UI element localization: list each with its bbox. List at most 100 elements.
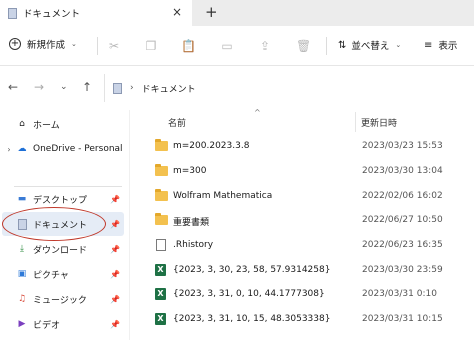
file-row[interactable]: X {2023, 3, 31, 0, 10, 44.1777308} 2023/… [130, 282, 474, 306]
rename-icon[interactable]: ▭ [220, 39, 234, 53]
column-header-date[interactable]: 更新日時 [361, 116, 397, 129]
folder-icon [155, 139, 168, 152]
view-button-label: 表示 [438, 41, 458, 52]
pin-icon: 📌 [110, 269, 120, 279]
file-date: 2023/03/31 10:15 [362, 314, 443, 324]
sort-button-label: 並べ替え [351, 41, 390, 52]
address-field[interactable]: › ドキュメント [104, 74, 474, 102]
folder-icon [155, 189, 168, 202]
file-date: 2022/06/23 16:35 [362, 240, 443, 250]
navigation-pane: ⌂ ホーム › ☁ OneDrive - Personal ▬ デスクトップ 📌… [0, 110, 129, 340]
cloud-icon: ☁ [17, 144, 27, 154]
up-arrow-icon[interactable]: ↑ [82, 80, 92, 94]
address-bar-row: ← → ⌄ ↑ › ドキュメント [0, 66, 474, 110]
sidebar-item-onedrive[interactable]: › ☁ OneDrive - Personal [2, 137, 124, 161]
folder-icon [155, 164, 168, 177]
file-row[interactable]: X {2023, 3, 30, 23, 58, 57.9314258} 2023… [130, 258, 474, 282]
sort-ascending-icon: ^ [254, 108, 261, 117]
file-date: 2023/03/30 13:04 [362, 166, 443, 176]
column-divider[interactable] [355, 112, 356, 132]
file-date: 2023/03/23 15:53 [362, 141, 443, 151]
delete-icon[interactable]: 🗑 [296, 39, 311, 53]
file-name: m=200.2023.3.8 [173, 141, 250, 151]
view-list-icon: ≡ [424, 39, 433, 51]
file-date: 2023/03/30 23:59 [362, 265, 443, 275]
breadcrumb-chevron-icon[interactable]: › [130, 83, 134, 93]
sidebar-item-home[interactable]: ⌂ ホーム [2, 112, 124, 136]
pin-icon: 📌 [110, 194, 120, 204]
toolbar-divider [326, 37, 327, 55]
share-icon[interactable]: ⇪ [258, 39, 272, 53]
back-arrow-icon[interactable]: ← [8, 80, 18, 94]
sidebar-item-label: OneDrive - Personal [33, 144, 123, 154]
file-list: ^ 名前 更新日時 m=200.2023.3.8 2023/03/23 15:5… [129, 108, 474, 340]
home-icon: ⌂ [19, 119, 25, 129]
excel-icon: X [155, 288, 168, 300]
annotation-circle [2, 207, 106, 241]
pin-icon: 📌 [110, 244, 120, 254]
file-name: .Rhistory [173, 240, 214, 250]
sidebar-item-label: ビデオ [33, 320, 61, 331]
file-date: 2023/03/31 0:10 [362, 289, 437, 299]
file-row[interactable]: 重要書類 2022/06/27 10:50 [130, 208, 474, 232]
cut-icon[interactable]: ✂ [107, 39, 121, 53]
sidebar-item-label: デスクトップ [33, 195, 88, 206]
file-name: m=300 [173, 166, 207, 176]
sidebar-item-label: ミュージック [33, 295, 87, 306]
new-button[interactable]: + 新規作成 ⌄ [9, 37, 77, 51]
chevron-down-icon: ⌄ [71, 40, 77, 48]
command-bar: + 新規作成 ⌄ ✂ ❐ 📋 ▭ ⇪ 🗑 ⇅ 並べ替え ⌄ ≡ 表示 [0, 26, 474, 66]
pin-icon: 📌 [110, 294, 120, 304]
breadcrumb-documents[interactable]: ドキュメント [142, 82, 196, 95]
file-name: Wolfram Mathematica [173, 191, 273, 201]
tab-title: ドキュメント [23, 9, 81, 20]
new-button-label: 新規作成 [27, 40, 66, 51]
file-date: 2022/02/06 16:02 [362, 191, 443, 201]
sidebar-item-label: ピクチャ [33, 270, 69, 281]
pin-icon: 📌 [110, 319, 120, 329]
sidebar-item-label: ホーム [33, 120, 60, 131]
recent-chevron-icon[interactable]: ⌄ [60, 82, 68, 92]
tab-bar: ドキュメント × + [0, 0, 474, 26]
file-row[interactable]: Wolfram Mathematica 2022/02/06 16:02 [130, 184, 474, 208]
excel-icon: X [155, 313, 168, 325]
file-name: {2023, 3, 30, 23, 58, 57.9314258} [173, 265, 331, 275]
file-name: {2023, 3, 31, 0, 10, 44.1777308} [173, 289, 325, 299]
file-row[interactable]: m=200.2023.3.8 2023/03/23 15:53 [130, 134, 474, 158]
folder-icon [155, 213, 168, 226]
chevron-down-icon: ⌄ [395, 41, 402, 49]
plus-icon: + [9, 38, 21, 50]
expand-chevron-icon[interactable]: › [2, 145, 16, 154]
documents-icon [113, 82, 122, 94]
forward-arrow-icon[interactable]: → [34, 80, 44, 94]
file-date: 2022/06/27 10:50 [362, 215, 443, 225]
pictures-icon: ▣ [17, 269, 27, 279]
tab-documents[interactable]: ドキュメント × [0, 0, 192, 26]
close-tab-icon[interactable]: × [172, 5, 182, 19]
copy-icon[interactable]: ❐ [144, 39, 158, 53]
documents-icon [8, 7, 17, 19]
video-icon: ▶ [18, 319, 26, 329]
column-header-name[interactable]: 名前 [168, 116, 186, 129]
sort-icon: ⇅ [338, 39, 347, 51]
sidebar-item-music[interactable]: ♫ ミュージック 📌 [2, 287, 124, 311]
file-name: 重要書類 [173, 218, 210, 228]
sort-button[interactable]: ⇅ 並べ替え ⌄ [338, 38, 402, 53]
column-header-row: ^ 名前 更新日時 [130, 108, 474, 132]
file-row[interactable]: m=300 2023/03/30 13:04 [130, 159, 474, 183]
view-button[interactable]: ≡ 表示 [424, 38, 458, 53]
sidebar-item-pictures[interactable]: ▣ ピクチャ 📌 [2, 262, 124, 286]
file-row[interactable]: .Rhistory 2022/06/23 16:35 [130, 233, 474, 257]
toolbar-divider [97, 37, 98, 55]
file-icon [155, 239, 168, 251]
music-icon: ♫ [17, 294, 27, 304]
new-tab-button[interactable]: + [205, 3, 218, 21]
file-name: {2023, 3, 31, 10, 15, 48.3053338} [173, 314, 331, 324]
paste-icon[interactable]: 📋 [181, 39, 196, 53]
download-icon: ⤓ [20, 244, 24, 254]
sidebar-item-label: ダウンロード [33, 245, 88, 256]
excel-icon: X [155, 264, 168, 276]
sidebar-item-videos[interactable]: ▶ ビデオ 📌 [2, 312, 124, 336]
pin-icon: 📌 [110, 219, 120, 229]
file-row[interactable]: X {2023, 3, 31, 10, 15, 48.3053338} 2023… [130, 307, 474, 331]
